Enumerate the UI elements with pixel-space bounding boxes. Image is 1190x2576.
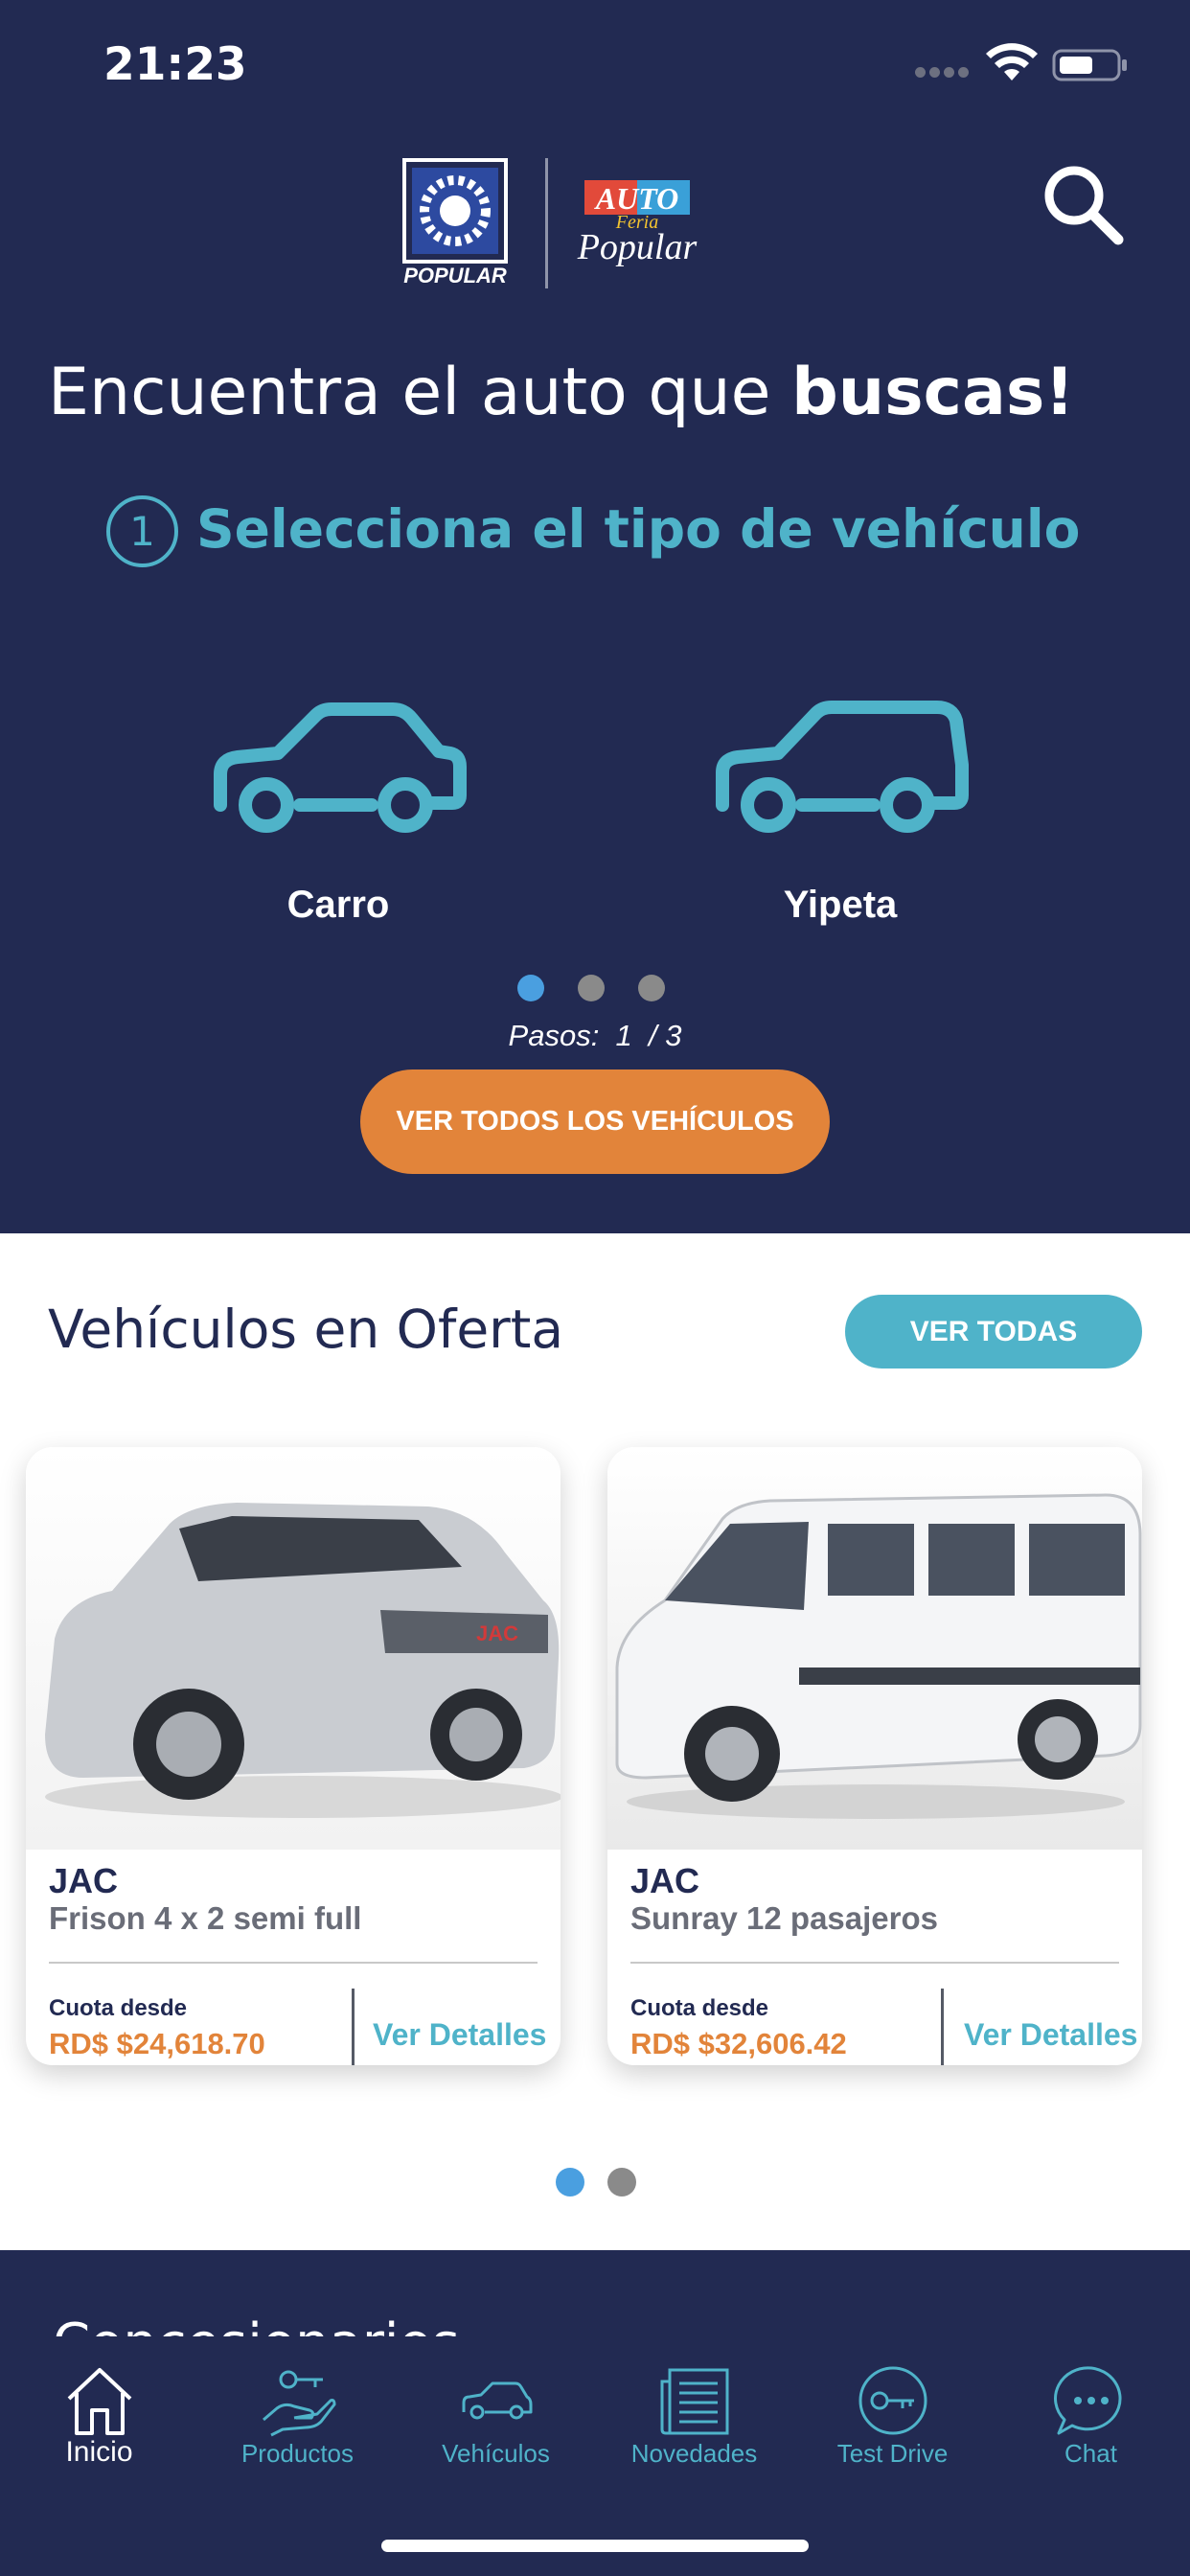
silver-pickup-photo: JAC [26,1447,561,1850]
cuota-label: Cuota desde [630,1995,769,2021]
chat-bubble-icon [1054,2366,1122,2435]
vehicle-brand: JAC [49,1861,119,1900]
vehicle-type-yipeta[interactable]: Yipeta [677,671,1003,958]
tab-inicio[interactable]: Inicio [0,2336,198,2480]
hero-headline: Encuentra el auto que buscas! [48,355,1074,430]
tab-chat[interactable]: Chat [992,2336,1190,2480]
headline-regular: Encuentra el auto que [48,355,792,430]
svg-text:JAC: JAC [476,1622,518,1645]
view-details-link[interactable]: Ver Detalles [373,2017,546,2053]
tab-novedades[interactable]: Novedades [595,2336,793,2480]
step-number-badge: 1 [106,495,178,567]
card-vertical-divider [941,1989,944,2065]
vehicle-brand: JAC [630,1861,700,1900]
tab-label: Test Drive [836,2439,949,2468]
page-dot [578,975,605,1001]
vehicle-type-label: Carro [286,884,390,926]
cellular-signal-icon [915,67,971,79]
page-dot-active [556,2168,584,2196]
tab-label: Chat [1064,2439,1117,2468]
vehicle-price: RD$ $24,618.70 [49,2027,265,2060]
step-progress-text: Pasos: 1 / 3 [508,1019,682,1052]
tab-productos[interactable]: Productos [198,2336,397,2480]
white-van-photo [607,1447,1142,1850]
home-indicator[interactable] [381,2540,809,2552]
banco-popular-logo: POPULAR [402,158,508,288]
newspaper-icon [660,2368,729,2435]
offers-title: Vehículos en Oferta [48,1299,564,1360]
vehicle-price: RD$ $32,606.42 [630,2027,847,2060]
cuota-label: Cuota desde [49,1995,188,2021]
key-icon [858,2366,927,2435]
svg-text:Popular: Popular [577,227,698,267]
car-icon [214,702,467,833]
step-title: Selecciona el tipo de vehículo [196,498,1081,560]
tab-label: Vehículos [442,2439,550,2468]
svg-text:AUTO: AUTO [594,181,679,216]
tab-test-drive[interactable]: Test Drive [793,2336,992,2480]
hand-key-icon [263,2370,336,2437]
tab-vehiculos[interactable]: Vehículos [397,2336,595,2480]
tab-label: Productos [240,2439,355,2468]
step-pagination-dots [517,975,671,1003]
vehicle-type-label: Yipeta [783,884,898,926]
wifi-icon [986,43,1038,80]
page-dot [638,975,665,1001]
vehicle-model: Sunray 12 pasajeros [630,1900,939,1936]
logo-divider [545,158,548,288]
see-all-offers-button[interactable]: VER TODAS [845,1295,1142,1368]
card-divider [630,1962,1119,1964]
card-divider [49,1962,538,1964]
hero-section: 21:23 POPULAR AUTO Feria Popular Encuent… [0,0,1190,1233]
page-dot [607,2168,636,2196]
autoferia-popular-logo: AUTO Feria Popular [565,172,709,268]
car-icon [462,2381,533,2420]
view-all-vehicles-button[interactable]: VER TODOS LOS VEHÍCULOS [360,1070,830,1174]
home-icon [67,2368,132,2435]
battery-icon [1052,49,1127,81]
page-dot-active [517,975,544,1001]
headline-bold: buscas! [791,355,1075,430]
search-button[interactable] [1040,161,1128,249]
vehicle-type-carro[interactable]: Carro [175,671,501,958]
tab-label: Inicio [65,2436,133,2468]
svg-text:POPULAR: POPULAR [403,264,507,288]
offers-pagination-dots [556,2168,642,2198]
offer-card[interactable]: JAC JAC Frison 4 x 2 semi full Cuota des… [26,1447,561,2065]
offer-card[interactable]: JAC Sunray 12 pasajeros Cuota desde RD$ … [607,1447,1142,2065]
search-icon [1044,166,1124,245]
vehicle-model: Frison 4 x 2 semi full [49,1900,362,1936]
suv-icon [716,701,969,833]
tab-label: Novedades [630,2439,758,2468]
status-time: 21:23 [103,38,247,91]
card-vertical-divider [352,1989,355,2065]
view-details-link[interactable]: Ver Detalles [964,2017,1137,2053]
